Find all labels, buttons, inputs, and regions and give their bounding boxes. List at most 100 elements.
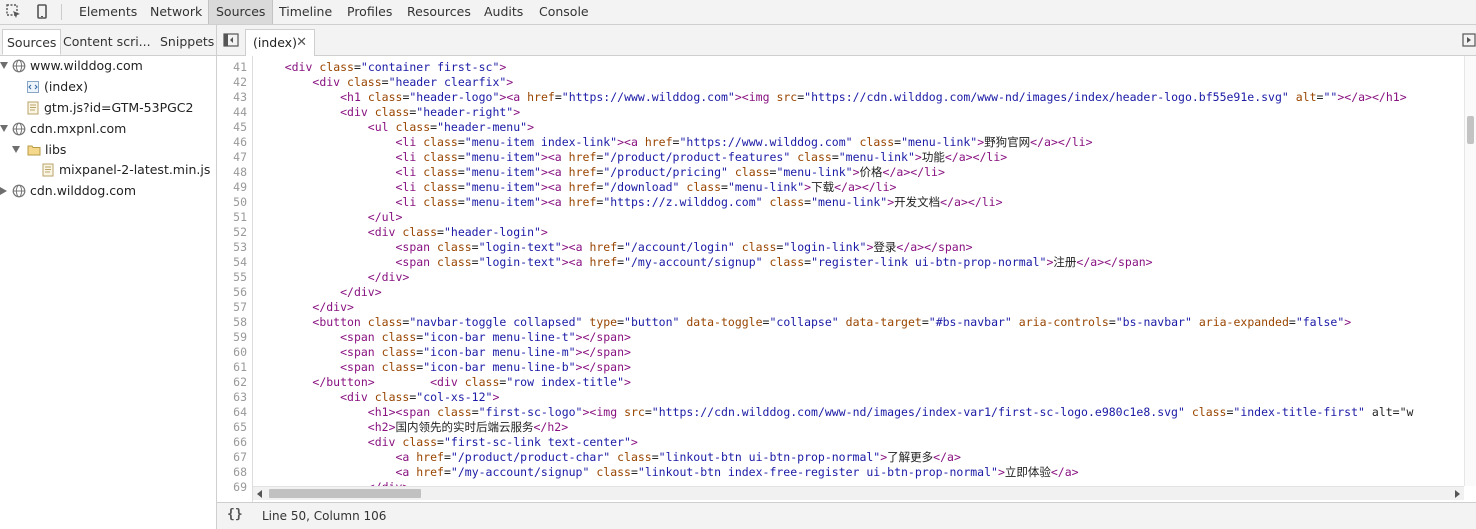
line-number: 67 — [233, 450, 247, 464]
horizontal-scroll-thumb[interactable] — [269, 489, 421, 498]
code-line[interactable]: <span class="login-text"><a href="/accou… — [257, 240, 972, 255]
expand-triangle-icon[interactable] — [0, 62, 8, 69]
tree-item[interactable]: www.wilddog.com — [0, 56, 216, 76]
line-number: 55 — [233, 270, 247, 284]
line-number: 49 — [233, 180, 247, 194]
tab-elements[interactable]: Elements — [72, 0, 144, 24]
line-number: 57 — [233, 300, 247, 314]
vertical-scroll-thumb[interactable] — [1467, 116, 1474, 144]
tab-audits[interactable]: Audits — [477, 0, 530, 24]
expand-triangle-icon[interactable] — [12, 146, 20, 153]
tab-network[interactable]: Network — [143, 0, 209, 24]
tree-item-label: (index) — [44, 79, 88, 94]
line-number: 47 — [233, 150, 247, 164]
code-line[interactable]: <h2>国内领先的实时后端云服务</h2> — [257, 420, 568, 435]
code-line[interactable]: <a href="/my-account/signup" class="link… — [257, 465, 1078, 480]
line-number: 44 — [233, 105, 247, 119]
line-number: 59 — [233, 330, 247, 344]
navigator-sidebar: Sources Content scri... Snippets www.wil… — [0, 25, 217, 529]
code-line[interactable]: <div class="header clearfix"> — [257, 75, 513, 90]
code-line[interactable]: <span class="icon-bar menu-line-t"></spa… — [257, 330, 631, 345]
device-mode-icon[interactable] — [31, 2, 53, 22]
tab-profiles[interactable]: Profiles — [340, 0, 399, 24]
toggle-navigator-icon[interactable] — [223, 32, 239, 48]
tree-item[interactable]: (index) — [0, 77, 216, 97]
tree-item[interactable]: libs — [0, 140, 216, 160]
horizontal-scrollbar[interactable] — [253, 486, 1464, 500]
tree-item-label: cdn.wilddog.com — [30, 183, 136, 198]
code-line[interactable]: <div class="header-login"> — [257, 225, 548, 240]
globe-icon — [12, 184, 26, 198]
globe-icon — [12, 59, 26, 73]
tab-snippets[interactable]: Snippets — [156, 29, 218, 55]
line-number: 61 — [233, 360, 247, 374]
line-number: 69 — [233, 480, 247, 494]
collapse-triangle-icon[interactable] — [0, 187, 7, 195]
code-line[interactable]: <li class="menu-item index-link"><a href… — [257, 135, 1092, 150]
pretty-print-button[interactable]: {} — [227, 507, 243, 522]
tab-content-scripts[interactable]: Content scri... — [59, 29, 155, 55]
line-number: 42 — [233, 75, 247, 89]
globe-icon — [12, 122, 26, 136]
tree-item[interactable]: cdn.mxpnl.com — [0, 119, 216, 139]
code-line[interactable]: <span class="icon-bar menu-line-m"></spa… — [257, 345, 631, 360]
tab-resources[interactable]: Resources — [400, 0, 478, 24]
tree-item-label: libs — [45, 142, 67, 157]
line-number: 54 — [233, 255, 247, 269]
tree-item[interactable]: mixpanel-2-latest.min.js — [0, 160, 216, 180]
line-number: 51 — [233, 210, 247, 224]
devtools-toolbar: Elements Network Sources Timeline Profiles Re… — [0, 0, 1476, 25]
status-bar: {} Line 50, Column 106 — [217, 502, 1476, 529]
vertical-scrollbar[interactable] — [1464, 56, 1476, 486]
line-number: 43 — [233, 90, 247, 104]
tab-console[interactable]: Console — [532, 0, 596, 24]
expand-triangle-icon[interactable] — [0, 125, 8, 132]
tab-sources[interactable]: Sources — [2, 29, 62, 55]
tree-item-label: mixpanel-2-latest.min.js — [59, 162, 211, 177]
folder-icon — [27, 143, 41, 157]
close-icon[interactable]: ✕ — [296, 30, 307, 55]
code-line[interactable]: <div class="first-sc-link text-center"> — [257, 435, 638, 450]
code-line[interactable]: <h1><span class="first-sc-logo"><img src… — [257, 405, 1414, 420]
code-line[interactable]: </div> — [257, 300, 354, 315]
tree-item-label: cdn.mxpnl.com — [30, 121, 127, 136]
line-number: 52 — [233, 225, 247, 239]
inspect-element-icon[interactable] — [3, 2, 25, 22]
code-line[interactable]: <div class="container first-sc"> — [257, 60, 507, 75]
tab-timeline[interactable]: Timeline — [272, 0, 339, 24]
code-line[interactable]: <h1 class="header-logo"><a href="https:/… — [257, 90, 1407, 105]
code-line[interactable]: </div> — [257, 285, 382, 300]
code-line[interactable]: <li class="menu-item"><a href="/product/… — [257, 150, 1007, 165]
toggle-debugger-icon[interactable] — [1462, 32, 1476, 48]
code-line[interactable]: <div class="header-right"> — [257, 105, 520, 120]
code-line[interactable]: <button class="navbar-toggle collapsed" … — [257, 315, 1351, 330]
scroll-left-icon[interactable] — [257, 490, 262, 498]
code-line[interactable]: <li class="menu-item"><a href="/download… — [257, 180, 896, 195]
line-number: 58 — [233, 315, 247, 329]
scroll-right-icon[interactable] — [1455, 490, 1460, 498]
toolbar-separator — [61, 4, 62, 20]
code-line[interactable]: </button> <div class="row index-title"> — [257, 375, 631, 390]
code-editor[interactable]: 41 <div class="container first-sc"> 42 <d… — [217, 56, 1476, 502]
code-line[interactable]: <a href="/product/product-char" class="l… — [257, 450, 960, 465]
code-line[interactable]: <span class="icon-bar menu-line-b"></spa… — [257, 360, 631, 375]
line-number: 62 — [233, 375, 247, 389]
line-number: 48 — [233, 165, 247, 179]
code-line[interactable]: <div class="col-xs-12"> — [257, 390, 499, 405]
code-line[interactable]: <ul class="header-menu"> — [257, 120, 534, 135]
tab-sources[interactable]: Sources — [208, 0, 274, 24]
code-line[interactable]: <li class="menu-item"><a href="/product/… — [257, 165, 944, 180]
tree-item[interactable]: gtm.js?id=GTM-53PGC2 — [0, 98, 216, 118]
file-tab-index[interactable]: (index) ✕ — [245, 29, 315, 56]
code-line[interactable]: <li class="menu-item"><a href="https://z… — [257, 195, 1002, 210]
line-number: 65 — [233, 420, 247, 434]
code-line[interactable]: <span class="login-text"><a href="/my-ac… — [257, 255, 1152, 270]
code-line[interactable]: </div> — [257, 270, 410, 285]
line-number: 68 — [233, 465, 247, 479]
line-number: 64 — [233, 405, 247, 419]
line-number: 45 — [233, 120, 247, 134]
tree-item[interactable]: cdn.wilddog.com — [0, 181, 216, 201]
code-line[interactable]: </ul> — [257, 210, 403, 225]
line-number: 53 — [233, 240, 247, 254]
script-file-icon — [26, 101, 40, 115]
